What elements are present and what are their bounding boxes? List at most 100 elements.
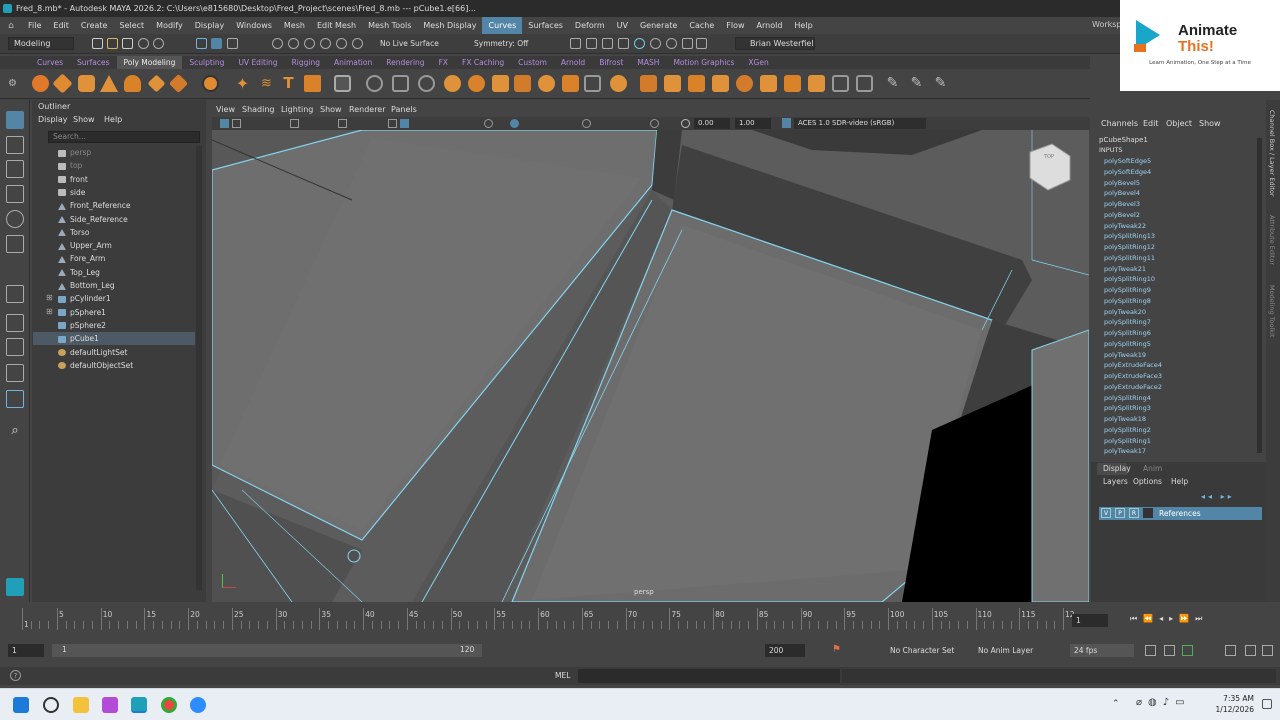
render-region-icon[interactable] [570,38,581,49]
layers-menu[interactable]: Layers [1103,477,1128,486]
outliner-item[interactable]: persp [58,146,91,159]
outliner-item[interactable]: Front_Reference [58,199,131,212]
booleans-icon[interactable] [418,75,435,92]
shelf-settings-icon[interactable]: ⚙ [8,75,25,92]
channel-box-scrollbar[interactable] [1257,138,1262,453]
input-node[interactable]: polySplitRing13 [1104,232,1155,240]
outliner-item[interactable]: Bottom_Leg [58,279,115,292]
sculpt-brush-icon[interactable]: ✎ [884,75,901,92]
outliner-menu-display[interactable]: Display [38,115,68,124]
color-management-icon[interactable] [782,118,791,128]
menu-surfaces[interactable]: Surfaces [522,17,569,34]
sound-icon[interactable] [1225,645,1236,656]
menu-mesh-tools[interactable]: Mesh Tools [362,17,417,34]
anim-layers-tab[interactable]: Anim [1143,464,1162,473]
input-node[interactable]: polySplitRing12 [1104,243,1155,251]
detach-icon[interactable] [808,75,825,92]
rotate-tool-icon[interactable] [6,210,24,228]
shelf-tab-rigging[interactable]: Rigging [285,56,327,69]
menu-edit-mesh[interactable]: Edit Mesh [311,17,362,34]
character-set-dropdown[interactable]: No Character Set [880,644,960,657]
user-account-dropdown[interactable]: Brian Westerfiel [735,37,815,50]
input-node[interactable]: polyTweak18 [1104,415,1146,423]
paint-weights-icon[interactable]: ✎ [932,75,949,92]
menu-curves[interactable]: Curves [482,17,523,34]
animation-start-field[interactable]: 1 [8,644,44,657]
triangulate-icon[interactable] [856,75,873,92]
home-icon[interactable]: ⌂ [0,21,22,31]
smooth-shade-icon[interactable] [484,119,493,128]
mel-label[interactable]: MEL [555,671,570,680]
platonic-solid-icon[interactable] [202,75,219,92]
menu-flow[interactable]: Flow [720,17,750,34]
menu-file[interactable]: File [22,17,47,34]
paint-select-icon[interactable]: ✎ [908,75,925,92]
search-icon[interactable]: ⌕ [6,422,24,440]
arnold-ipr-icon[interactable] [682,38,693,49]
input-node[interactable]: polyExtrudeFace4 [1104,361,1162,369]
snipping-tool-icon[interactable] [102,697,118,713]
poly-disc-icon[interactable] [168,73,189,94]
workspace-label[interactable]: Worksp [1092,20,1122,29]
attribute-editor-side-tab[interactable]: Attribute Editor [1268,215,1276,265]
viewcube-label[interactable]: TOP [1044,154,1054,160]
shelf-tab-sculpting[interactable]: Sculpting [182,56,231,69]
bevel-icon[interactable] [492,75,509,92]
shelf-tab-motion-graphics[interactable]: Motion Graphics [666,56,741,69]
outliner-layout-icon[interactable] [6,390,24,408]
cache-playback-icon[interactable] [1164,645,1175,656]
command-input[interactable] [578,669,840,683]
outliner-item[interactable]: pSphere1 [58,306,106,319]
camera-attributes-icon[interactable] [232,119,241,128]
shelf-tab-animation[interactable]: Animation [327,56,379,69]
super-shape-icon[interactable]: ✦ [234,75,251,92]
maya-home-icon[interactable] [6,578,24,596]
snap-surface-icon[interactable] [336,38,347,49]
input-node[interactable]: polySplitRing5 [1104,340,1151,348]
layer-display-type-toggle[interactable]: R [1129,508,1139,518]
maya-taskbar-icon[interactable] [131,697,147,713]
resolution-gate-icon[interactable] [388,119,397,128]
input-node[interactable]: polySoftEdge4 [1104,168,1151,176]
shelf-tab-mash[interactable]: MASH [630,56,666,69]
wireframe-toggle-icon[interactable] [400,119,409,128]
select-component-icon[interactable] [211,38,222,49]
viewport-menu-shading[interactable]: Shading [242,105,275,114]
append-polygon-icon[interactable] [562,75,579,92]
snap-point-icon[interactable] [304,38,315,49]
wedge-icon[interactable] [712,75,729,92]
loop-icon[interactable] [1145,645,1156,656]
render-frame-icon[interactable] [586,38,597,49]
circularize-icon[interactable] [736,75,753,92]
svg-tool-icon[interactable] [304,75,321,92]
input-node[interactable]: polySplitRing10 [1104,275,1155,283]
preferences-icon[interactable] [1245,645,1256,656]
outliner-item[interactable]: pCube1 [58,332,99,345]
shelf-tab-arnold[interactable]: Arnold [554,56,592,69]
merge-icon[interactable] [832,75,849,92]
outliner-item[interactable]: Top_Leg [58,266,100,279]
help-line-icon[interactable]: ? [10,670,21,681]
undo-icon[interactable] [138,38,149,49]
outliner-menu-show[interactable]: Show [73,115,95,124]
combine-icon[interactable] [334,75,351,92]
grid-toggle-icon[interactable] [290,119,299,128]
offset-edge-loop-icon[interactable] [664,75,681,92]
object-menu[interactable]: Object [1166,119,1192,128]
layer-buttons-icon[interactable]: ◂◂ ▸▸ [1201,492,1261,501]
shelf-tab-custom[interactable]: Custom [511,56,554,69]
system-tray-chevron-icon[interactable]: ⌃ [1112,699,1120,709]
input-node[interactable]: polySplitRing3 [1104,404,1151,412]
menu-deform[interactable]: Deform [569,17,611,34]
film-gate-icon[interactable] [338,119,347,128]
type-tool-icon[interactable]: T [280,75,297,92]
hypershade-icon[interactable] [634,38,645,49]
show-menu[interactable]: Show [1199,119,1221,128]
layer-playback-toggle[interactable]: P [1115,508,1125,518]
channels-menu[interactable]: Channels [1101,119,1138,128]
live-surface-label[interactable]: No Live Surface [380,39,439,48]
save-scene-icon[interactable] [122,38,133,49]
menu-select[interactable]: Select [113,17,150,34]
notifications-icon[interactable] [1262,699,1272,709]
system-tray-icons[interactable]: ⌀◍♪▭ [1136,697,1216,708]
